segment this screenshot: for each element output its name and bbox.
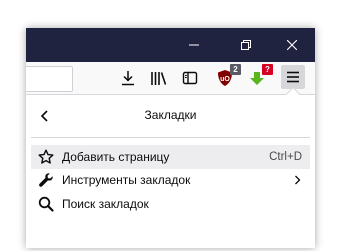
close-button[interactable] [269,28,315,62]
menu-item-shortcut: Ctrl+D [269,151,302,163]
title-bar [26,28,315,62]
restore-icon [241,40,251,50]
navigation-toolbar: uO 2 ? [26,62,315,94]
download-extension-button[interactable]: ? [244,64,273,91]
back-button[interactable] [34,105,56,127]
star-icon [38,149,54,165]
search-icon [38,196,54,212]
menu-item-search-bookmarks[interactable]: Поиск закладок [31,192,310,216]
app-menu-button[interactable] [281,65,305,89]
menu-item-label: Инструменты закладок [62,173,191,187]
menu-item-label: Поиск закладок [62,197,149,211]
hamburger-menu-icon [287,71,299,83]
bookmarks-panel: Закладки Добавить страницу Ctrl+D Инстру… [26,86,315,248]
url-bar[interactable] [26,66,73,92]
wrench-icon [38,172,54,188]
ublock-extension-button[interactable]: uO 2 [212,64,241,91]
menu-item-bookmark-tools[interactable]: Инструменты закладок [31,168,310,192]
separator [31,137,310,138]
library-button[interactable] [146,65,172,91]
minimize-button[interactable] [171,28,217,62]
ublock-badge: 2 [230,64,241,75]
browser-window: uO 2 ? Закладки Добавить страницу Ctrl+D… [26,28,315,248]
sidebar-icon [182,71,198,85]
restore-button[interactable] [223,28,269,62]
extension-badge: ? [262,64,273,75]
sidebar-button[interactable] [177,65,203,91]
library-icon [151,72,167,85]
menu-item-bookmark-page[interactable]: Добавить страницу Ctrl+D [31,145,310,169]
download-icon [122,71,134,86]
menu-item-label: Добавить страницу [62,150,170,164]
minimize-icon [189,44,199,46]
svg-text:uO: uO [220,76,230,83]
close-icon [287,40,297,50]
downloads-button[interactable] [115,65,141,91]
panel-title: Закладки [144,108,197,122]
panel-header: Закладки [26,95,315,136]
chevron-right-icon [292,174,302,186]
chevron-left-icon [40,110,48,122]
